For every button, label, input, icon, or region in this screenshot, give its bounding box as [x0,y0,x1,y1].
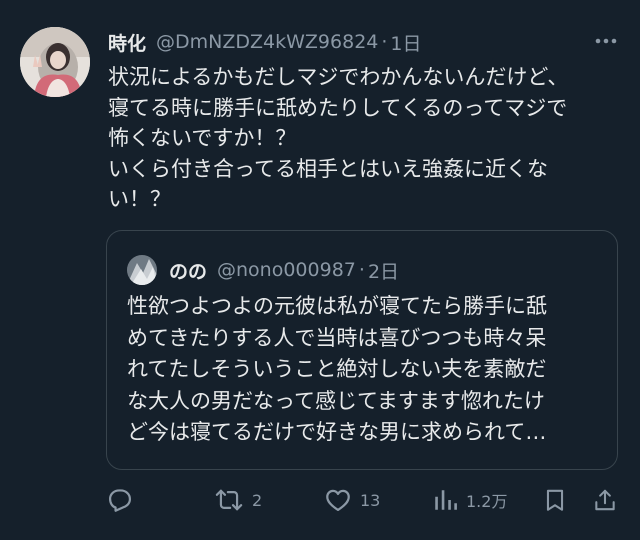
tweet-text-line: 状況によるかもだしマジでわかんないんだけど、 [108,65,569,89]
retweet-button[interactable]: 2 [214,478,262,522]
quoted-author-handle[interactable]: @nono000987 [217,259,356,281]
tweet-text-line: 怖くないですか！？ [108,126,297,150]
quoted-text-line: めてきたりする人で当時は喜びつつも時々呆 [127,325,547,350]
tweet-text-line: いくら付き合ってる相手とはいえ強姦に近くな [108,156,548,181]
bookmark-button[interactable] [542,478,568,522]
separator-dot: · [358,259,365,281]
tweet-header: 時化 @DmNZDZ4kWZ96824 · 1日 [108,27,422,57]
share-button[interactable] [592,478,618,522]
tweet-text-line: い！？ [108,187,171,211]
quoted-text-line: ど今は寝てるだけで好きな男に求められて… [127,420,547,444]
tweet-text: 状況によるかもだしマジでわかんないんだけど、 寝てる時に勝手に舐めたりしてくるの… [108,62,633,215]
more-options-button[interactable] [592,31,620,51]
like-count: 13 [360,490,381,510]
reply-button[interactable] [106,478,134,522]
retweet-count: 2 [252,490,263,510]
author-avatar[interactable] [20,27,90,97]
action-bar: 2 13 1.2万 [0,478,640,522]
quoted-author-display-name[interactable]: のの [169,257,207,284]
author-handle[interactable]: @DmNZDZ4kWZ96824 [156,31,378,53]
views-count: 1.2万 [466,492,508,511]
more-horizontal-icon [595,38,617,44]
quoted-tweet-header: のの @nono000987 · 2日 [127,255,399,285]
quoted-text-line: れてたしそういうこと絶対しない夫を素敵だ [127,357,547,381]
quoted-author-avatar[interactable] [127,255,157,285]
retweet-icon [215,489,243,511]
quoted-tweet-timestamp[interactable]: 2日 [368,257,399,284]
tweet-timestamp[interactable]: 1日 [390,29,421,56]
like-button[interactable]: 13 [324,478,380,522]
views-icon [435,490,457,510]
author-display-name[interactable]: 時化 [108,29,146,56]
share-icon [595,489,615,511]
separator-dot: · [381,31,388,53]
tweet[interactable]: 時化 @DmNZDZ4kWZ96824 · 1日 状況によるかもだしマジでわかん… [0,0,640,540]
heart-icon [326,489,350,512]
quoted-tweet-text: 性欲つよつよの元彼は私が寝てたら勝手に舐 めてきたりする人で当時は喜びつつも時々… [127,291,607,449]
bookmark-icon [546,489,564,511]
quoted-text-line: な大人の男だなって感じてますます惚れたけ [127,388,545,413]
views-button[interactable]: 1.2万 [432,478,507,522]
reply-icon [108,489,132,512]
tweet-text-line: 寝てる時に勝手に舐めたりしてくるのってマジで [108,95,568,120]
quoted-text-line: 性欲つよつよの元彼は私が寝てたら勝手に舐 [127,294,547,318]
quoted-tweet-card[interactable]: のの @nono000987 · 2日 性欲つよつよの元彼は私が寝てたら勝手に舐… [106,230,618,470]
